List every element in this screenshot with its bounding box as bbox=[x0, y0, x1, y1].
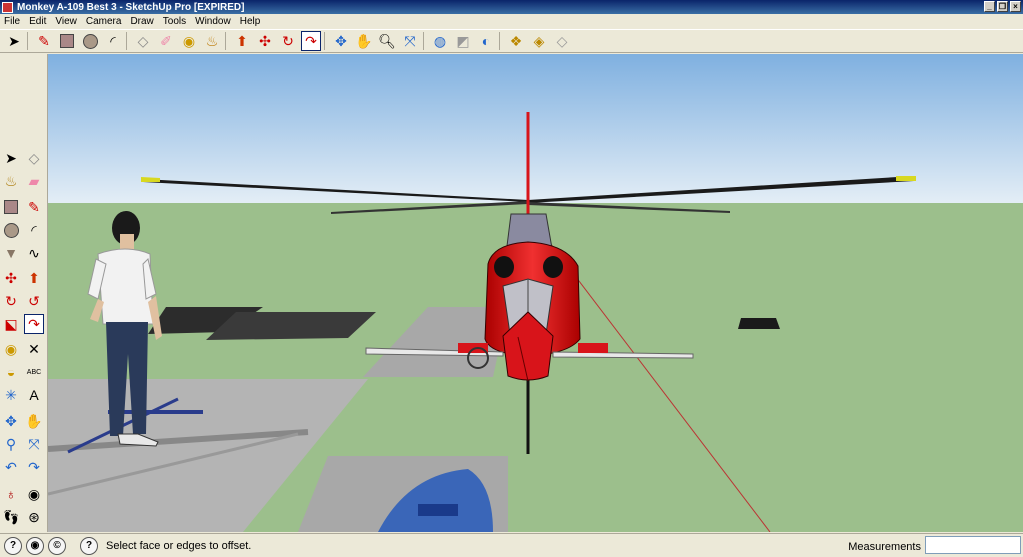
maximize-button[interactable]: ❐ bbox=[997, 1, 1008, 12]
circle-icon[interactable] bbox=[80, 31, 100, 51]
rotate-icon[interactable]: ↻ bbox=[278, 31, 298, 51]
push-pull-icon[interactable]: ⬆ bbox=[24, 268, 44, 288]
orbit-icon[interactable]: ✥ bbox=[331, 31, 351, 51]
text-icon[interactable]: ABC bbox=[24, 362, 44, 382]
app-icon bbox=[2, 1, 13, 13]
component-icon[interactable]: ❖ bbox=[506, 31, 526, 51]
pencil-icon[interactable]: ✎ bbox=[24, 197, 44, 217]
freehand-icon[interactable]: ∿ bbox=[24, 243, 44, 263]
toolbar-separator bbox=[324, 32, 328, 50]
preview-icon[interactable]: ◇ bbox=[552, 31, 572, 51]
zoom-window-icon[interactable]: ⤧ bbox=[24, 434, 44, 454]
tail-fin-right bbox=[578, 343, 608, 353]
geolocation-icon[interactable]: ◉ bbox=[26, 536, 44, 555]
warehouse-icon[interactable]: ◐ bbox=[476, 31, 496, 51]
paint-bucket-icon[interactable]: ♨ bbox=[1, 171, 21, 191]
eraser-icon[interactable]: ◇ bbox=[133, 31, 153, 51]
measurements-input[interactable] bbox=[925, 536, 1021, 554]
menu-window[interactable]: Window bbox=[195, 16, 231, 27]
circle-icon[interactable] bbox=[1, 220, 21, 240]
toolbar-separator bbox=[423, 32, 427, 50]
eraser-icon[interactable]: ▰ bbox=[24, 171, 44, 191]
toolbar-separator bbox=[499, 32, 503, 50]
menu-help[interactable]: Help bbox=[240, 16, 261, 27]
get-models-icon[interactable]: ◍ bbox=[430, 31, 450, 51]
rectangle-icon[interactable] bbox=[57, 31, 77, 51]
share-model-icon[interactable]: ◩ bbox=[453, 31, 473, 51]
instructor-icon[interactable]: ? bbox=[80, 536, 98, 555]
status-bar: ? ◉ © ? Select face or edges to offset. … bbox=[0, 533, 1023, 557]
polygon-icon[interactable]: ▼ bbox=[1, 243, 21, 263]
toolbar-separator bbox=[126, 32, 130, 50]
next-view-icon[interactable]: ↷ bbox=[24, 457, 44, 477]
paint-bucket-icon[interactable]: ♨ bbox=[202, 31, 222, 51]
previous-view-icon[interactable]: ↶ bbox=[1, 457, 21, 477]
pan-icon[interactable]: ✋ bbox=[24, 411, 44, 431]
window-controls: _ ❐ × bbox=[984, 1, 1021, 12]
toolbar-separator bbox=[225, 32, 229, 50]
select-icon[interactable]: ➤ bbox=[4, 31, 24, 51]
move-icon[interactable]: ✣ bbox=[1, 268, 21, 288]
window-title: Monkey A-109 Best 3 - SketchUp Pro [EXPI… bbox=[17, 1, 245, 13]
walk-icon[interactable]: 👣︎ bbox=[1, 507, 21, 527]
menu-tools[interactable]: Tools bbox=[163, 16, 186, 27]
protractor-icon[interactable]: ◒ bbox=[1, 362, 21, 382]
rotor-blade-tip bbox=[896, 176, 916, 181]
axes-icon[interactable]: ✳ bbox=[1, 385, 21, 405]
scene bbox=[48, 54, 1023, 532]
dimension-icon[interactable]: ✕ bbox=[24, 339, 44, 359]
rotate-icon[interactable]: ↻ bbox=[1, 291, 21, 311]
help-icon[interactable]: ? bbox=[4, 536, 22, 555]
arc-icon[interactable]: ◜ bbox=[103, 31, 123, 51]
rectangle-icon[interactable] bbox=[1, 197, 21, 217]
menu-bar: File Edit View Camera Draw Tools Window … bbox=[0, 14, 1023, 28]
toolbar-separator bbox=[27, 32, 31, 50]
menu-draw[interactable]: Draw bbox=[130, 16, 153, 27]
small-object bbox=[738, 318, 780, 329]
measurements-label: Measurements bbox=[848, 541, 921, 553]
menu-edit[interactable]: Edit bbox=[29, 16, 46, 27]
tail-fin-left bbox=[458, 343, 488, 353]
add-location-icon[interactable]: ◈ bbox=[529, 31, 549, 51]
main-toolbar: ➤ ✎ ◜ ◇ ✐ ◉ ♨ ⬆ ✣ ↻ ↷ ✥ ✋ 🔍︎ ⤧ ◍ ◩ ◐ ❖ ◈… bbox=[0, 29, 1023, 53]
scale-icon[interactable]: ⬕ bbox=[1, 314, 21, 334]
zoom-icon[interactable]: 🔍︎ bbox=[377, 31, 397, 51]
push-pull-icon[interactable]: ⬆ bbox=[232, 31, 252, 51]
section-plane-icon[interactable]: ⊛ bbox=[24, 507, 44, 527]
pencil-icon[interactable]: ✎ bbox=[34, 31, 54, 51]
zoom-icon[interactable]: ⚲ bbox=[1, 434, 21, 454]
component-icon[interactable]: ◇ bbox=[24, 148, 44, 168]
orbit-icon[interactable]: ✥ bbox=[1, 411, 21, 431]
intake-left bbox=[494, 256, 514, 278]
minimize-button[interactable]: _ bbox=[984, 1, 995, 12]
offset-icon[interactable]: ↷ bbox=[301, 31, 321, 51]
3d-viewport[interactable] bbox=[48, 54, 1023, 532]
status-text: Select face or edges to offset. bbox=[106, 539, 252, 552]
follow-me-icon[interactable]: ↺ bbox=[24, 291, 44, 311]
move-icon[interactable]: ✣ bbox=[255, 31, 275, 51]
arc-icon[interactable]: ◜ bbox=[24, 220, 44, 240]
look-around-icon[interactable]: ◉ bbox=[24, 484, 44, 504]
ground-image-window bbox=[418, 504, 458, 516]
left-toolbar: ➤ ◇ ♨ ▰ ✎ ◜ ▼ ∿ ✣ ⬆ ↻ ↺ ⬕ ↷ ◉ ✕ ◒ ABC ✳ … bbox=[0, 54, 48, 532]
paint-icon[interactable]: ✐ bbox=[156, 31, 176, 51]
title-bar: Monkey A-109 Best 3 - SketchUp Pro [EXPI… bbox=[0, 0, 1023, 14]
position-camera-icon[interactable]: ♁ bbox=[1, 484, 21, 504]
menu-view[interactable]: View bbox=[55, 16, 77, 27]
menu-file[interactable]: File bbox=[4, 16, 20, 27]
intake-right bbox=[543, 256, 563, 278]
tape-measure-icon[interactable]: ◉ bbox=[179, 31, 199, 51]
menu-camera[interactable]: Camera bbox=[86, 16, 122, 27]
pan-icon[interactable]: ✋ bbox=[354, 31, 374, 51]
credits-icon[interactable]: © bbox=[48, 536, 66, 555]
tape-measure-icon[interactable]: ◉ bbox=[1, 339, 21, 359]
select-icon[interactable]: ➤ bbox=[1, 148, 21, 168]
close-button[interactable]: × bbox=[1010, 1, 1021, 12]
zoom-extents-icon[interactable]: ⤧ bbox=[400, 31, 420, 51]
3d-text-icon[interactable]: A bbox=[24, 385, 44, 405]
offset-icon[interactable]: ↷ bbox=[24, 314, 44, 334]
